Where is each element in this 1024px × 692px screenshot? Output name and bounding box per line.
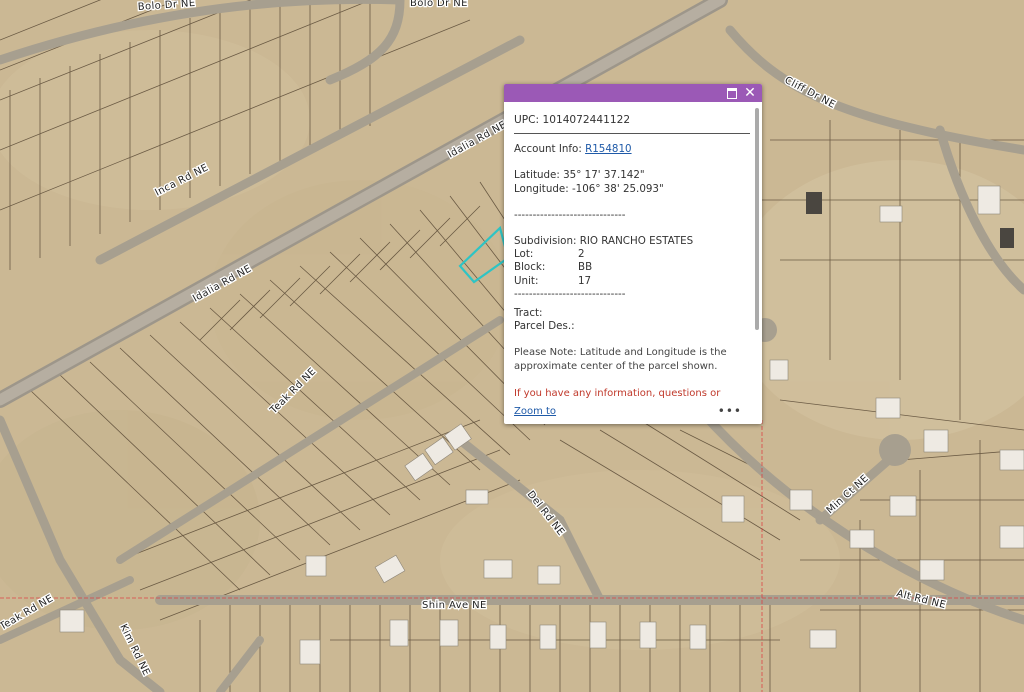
road-label-bolo-2: Bolo Dr NE xyxy=(410,0,468,9)
more-actions-button[interactable]: ••• xyxy=(718,404,742,418)
lot-row: Lot: 2 xyxy=(514,248,750,261)
account-info-link[interactable]: R154810 xyxy=(585,143,631,155)
block-label: Block: xyxy=(514,261,546,274)
popup-header: ✕ xyxy=(504,84,762,102)
zoom-to-link[interactable]: Zoom to xyxy=(514,406,556,417)
popup-title-upc: UPC: 1014072441122 xyxy=(514,114,750,135)
account-info-label: Account Info: xyxy=(514,143,582,156)
longitude-text: Longitude: -106° 38' 25.093" xyxy=(514,182,664,195)
divider-text-2: ------------------------------ xyxy=(514,287,626,300)
road-label-shin: Shin Ave NE xyxy=(422,600,487,611)
block-row: Block: BB xyxy=(514,261,750,274)
subdivision-text: Subdivision: RIO RANCHO ESTATES xyxy=(514,235,694,248)
unit-row: Unit: 17 xyxy=(514,275,750,288)
info-text: If you have any information, questions o… xyxy=(514,388,721,400)
popup-scrollbar[interactable] xyxy=(755,108,759,330)
tract-text: Tract: xyxy=(514,307,543,320)
unit-label: Unit: xyxy=(514,274,539,287)
latitude-text: Latitude: 35° 17' 37.142" xyxy=(514,169,645,182)
popup-content: UPC: 1014072441122 Account Info: R154810… xyxy=(514,114,750,401)
lot-label: Lot: xyxy=(514,248,534,261)
unit-value: 17 xyxy=(578,274,592,287)
parcel-des-text: Parcel Des.: xyxy=(514,320,575,333)
cul-de-sac xyxy=(879,434,911,466)
account-info-row: Account Info: R154810 xyxy=(514,143,750,156)
block-value: BB xyxy=(578,261,593,274)
divider-text-1: ------------------------------ xyxy=(514,208,626,221)
lot-value: 2 xyxy=(578,248,585,261)
parcel-info-popup: ✕ UPC: 1014072441122 Account Info: R1548… xyxy=(504,84,762,424)
note-text: Please Note: Latitude and Longitude is t… xyxy=(514,347,727,373)
close-icon[interactable]: ✕ xyxy=(742,85,758,101)
maximize-icon[interactable] xyxy=(724,85,740,101)
